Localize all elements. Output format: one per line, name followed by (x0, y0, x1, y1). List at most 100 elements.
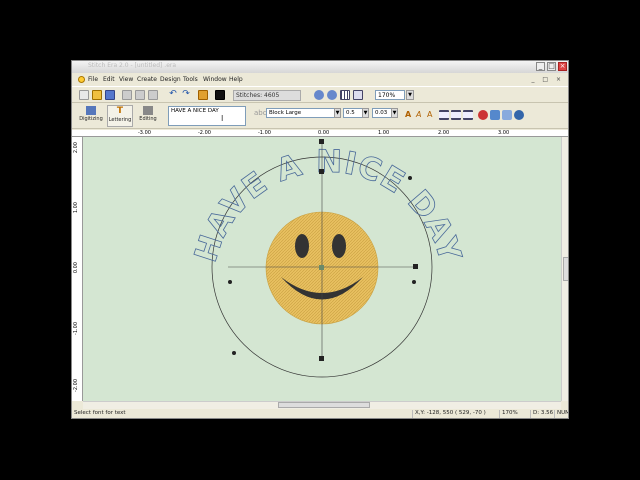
mode-lettering[interactable]: T Lettering (107, 105, 133, 127)
status-distance: D: 3.56 (530, 410, 554, 418)
menu-view[interactable]: View (119, 76, 133, 83)
new-file-icon[interactable] (79, 90, 89, 100)
menu-create[interactable]: Create (137, 76, 157, 83)
zoom-fit-icon[interactable] (353, 90, 363, 100)
ruler-v-label: 1.00 (73, 202, 79, 214)
font-icon[interactable]: abc (254, 109, 267, 119)
paste-icon[interactable] (148, 90, 158, 100)
zoom-out-icon[interactable] (327, 90, 337, 100)
lettering-text-input[interactable]: HAVE A NICE DAY (168, 106, 246, 126)
close-button[interactable]: × (558, 62, 567, 71)
mdi-controls[interactable]: _ □ × (531, 76, 564, 83)
mode-digitizing-label: Digitizing (79, 116, 103, 122)
horizontal-scrollbar[interactable] (83, 401, 561, 409)
cut-icon[interactable] (122, 90, 132, 100)
color-swatch-icon[interactable] (215, 90, 225, 100)
handle-right[interactable] (413, 264, 418, 269)
mode-editing[interactable]: Editing (135, 105, 161, 127)
mode-digitizing[interactable]: Digitizing (78, 105, 104, 127)
ruler-v-label: -1.00 (73, 322, 79, 335)
ruler-v-label: -2.00 (73, 379, 79, 392)
status-bar: Select font for text X,Y: -128, 550 ( 52… (72, 409, 568, 418)
ruler-h-label: 0.00 (318, 130, 330, 136)
horizontal-ruler: -3.00 -2.00 -1.00 0.00 1.00 2.00 3.00 (72, 130, 568, 137)
stitch-player-icon[interactable] (198, 90, 208, 100)
right-eye (332, 234, 346, 258)
maximize-button[interactable]: □ (547, 62, 556, 71)
ruler-h-label: 1.00 (378, 130, 390, 136)
zoom-select[interactable]: 170% (375, 90, 405, 100)
letter-height-select[interactable]: 0.5 (343, 108, 363, 118)
text-cursor-icon: I (221, 114, 224, 123)
main-toolbar: ↶ ↷ Stitches: 4605 170% ▼ (72, 86, 568, 103)
arc-node-right[interactable] (412, 280, 416, 284)
digitizing-icon (86, 106, 96, 115)
minimize-button[interactable]: _ (536, 62, 545, 71)
menu-design[interactable]: Design (160, 76, 181, 83)
status-num: NUM (554, 410, 568, 418)
align-left-icon[interactable] (439, 110, 449, 120)
left-eye (295, 234, 309, 258)
handle-top[interactable] (319, 139, 324, 144)
vertical-scroll-thumb[interactable] (563, 257, 568, 281)
zoom-in-icon[interactable] (314, 90, 324, 100)
status-coords: X,Y: -128, 550 ( 529, -70 ) (412, 410, 497, 418)
menu-edit[interactable]: Edit (103, 76, 115, 83)
app-menu-icon[interactable] (78, 76, 85, 83)
vertical-scrollbar[interactable] (561, 137, 568, 401)
effect-blue-icon[interactable] (490, 110, 500, 120)
menu-file[interactable]: File (88, 76, 98, 83)
open-folder-icon[interactable] (92, 90, 102, 100)
ruler-v-label: 0.00 (73, 262, 79, 274)
menu-tools[interactable]: Tools (183, 76, 198, 83)
zoom-dropdown-arrow-icon[interactable]: ▼ (406, 90, 414, 100)
underline-icon[interactable]: A (427, 110, 437, 120)
handle-bottom[interactable] (319, 356, 324, 361)
effect-lightblue-icon[interactable] (502, 110, 512, 120)
horizontal-scroll-thumb[interactable] (278, 402, 370, 408)
stitch-count: Stitches: 4605 (233, 90, 301, 101)
save-icon[interactable] (105, 90, 115, 100)
arc-node-bottom-left[interactable] (232, 351, 236, 355)
letter-spacing-select[interactable]: 0.03 (372, 108, 392, 118)
ruler-h-label: -3.00 (138, 130, 151, 136)
redo-icon[interactable]: ↷ (181, 90, 191, 100)
menu-window[interactable]: Window (203, 76, 227, 83)
arc-node-left[interactable] (228, 280, 232, 284)
menu-help[interactable]: Help (229, 76, 243, 83)
font-select[interactable]: Block Large (266, 108, 340, 118)
app-window: Stitch Era 2.0 - [untitled] .era _ □ × F… (71, 60, 569, 419)
copy-icon[interactable] (135, 90, 145, 100)
handle-upper[interactable] (319, 169, 324, 174)
ruler-h-label: -2.00 (198, 130, 211, 136)
design-canvas[interactable]: HAVE A NICE DAY (83, 137, 561, 401)
app-title: Stitch Era 2.0 - [untitled] .era (88, 62, 177, 69)
lettering-toolbar: Digitizing T Lettering Editing HAVE A NI… (72, 104, 568, 129)
status-zoom: 170% (499, 410, 519, 418)
align-right-icon[interactable] (463, 110, 473, 120)
bold-icon[interactable]: A (405, 110, 415, 120)
title-bar: Stitch Era 2.0 - [untitled] .era _ □ × (72, 61, 568, 73)
arc-node-top-right[interactable] (408, 176, 412, 180)
grid-icon[interactable] (340, 90, 350, 100)
undo-icon[interactable]: ↶ (168, 90, 178, 100)
mode-editing-label: Editing (139, 116, 157, 122)
ruler-h-label: 3.00 (498, 130, 510, 136)
ruler-v-label: 2.00 (73, 142, 79, 154)
spacing-dropdown-arrow-icon[interactable]: ▼ (391, 108, 398, 118)
effect-red-icon[interactable] (478, 110, 488, 120)
align-center-icon[interactable] (451, 110, 461, 120)
vertical-ruler: 2.00 1.00 0.00 -1.00 -2.00 (72, 137, 83, 401)
ruler-h-label: 2.00 (438, 130, 450, 136)
height-dropdown-arrow-icon[interactable]: ▼ (362, 108, 369, 118)
effect-circle-icon[interactable] (514, 110, 524, 120)
mode-lettering-label: Lettering (108, 117, 132, 123)
ruler-h-label: -1.00 (258, 130, 271, 136)
handle-center[interactable] (319, 265, 324, 270)
editing-icon (143, 106, 153, 115)
italic-icon[interactable]: A (416, 110, 426, 120)
lettering-icon: T (116, 106, 124, 116)
menu-bar: File Edit View Create Design Tools Windo… (72, 74, 568, 85)
font-dropdown-arrow-icon[interactable]: ▼ (334, 108, 341, 118)
design-svg: HAVE A NICE DAY (188, 139, 467, 378)
